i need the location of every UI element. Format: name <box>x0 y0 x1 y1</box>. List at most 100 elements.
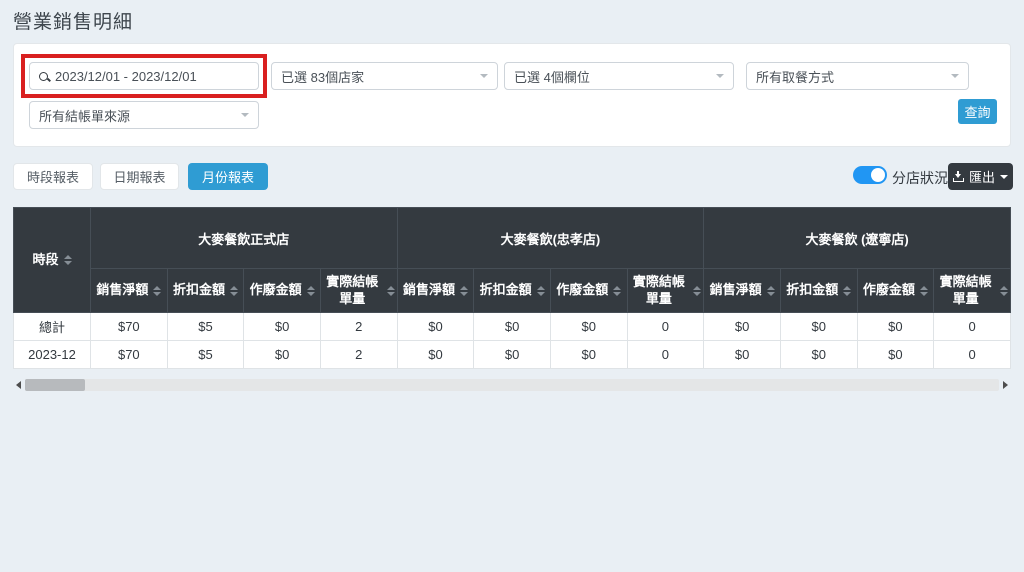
pickup-method-select[interactable]: 所有取餐方式 <box>746 62 969 90</box>
metric-column-header[interactable]: 銷售淨額 <box>397 269 474 313</box>
sort-icon <box>230 286 238 296</box>
metric-header-label: 作廢金額 <box>250 282 302 298</box>
metric-header-label: 折扣金額 <box>786 282 838 298</box>
scroll-right-arrow-icon[interactable] <box>1003 381 1008 389</box>
sort-icon <box>920 286 928 296</box>
metric-column-header[interactable]: 實際結帳單量 <box>320 269 397 313</box>
column-select-value: 已選 4個欄位 <box>514 67 590 86</box>
table-row: 總計$70$5$02$0$0$00$0$0$00 <box>14 313 1011 341</box>
value-cell: 2 <box>320 313 397 341</box>
period-cell: 2023-12 <box>14 341 91 369</box>
sales-table: 時段 大麥餐飲正式店大麥餐飲(忠孝店)大麥餐飲 (遼寧店) 銷售淨額 折扣金額 作廢… <box>13 207 1011 369</box>
metric-column-header[interactable]: 折扣金額 <box>780 269 857 313</box>
metric-header-label: 作廢金額 <box>556 282 608 298</box>
date-range-value: 2023/12/01 - 2023/12/01 <box>55 69 197 84</box>
store-group-row: 時段 大麥餐飲正式店大麥餐飲(忠孝店)大麥餐飲 (遼寧店) <box>14 208 1011 269</box>
value-cell: $0 <box>780 313 857 341</box>
value-cell: $0 <box>857 341 934 369</box>
metric-header-label: 折扣金額 <box>173 282 225 298</box>
toggle-knob <box>871 168 885 182</box>
metric-column-header[interactable]: 折扣金額 <box>474 269 551 313</box>
horizontal-scrollbar <box>13 378 1011 392</box>
metric-column-header[interactable]: 實際結帳單量 <box>627 269 704 313</box>
value-cell: 0 <box>934 313 1011 341</box>
value-cell: $0 <box>704 341 781 369</box>
page-title: 營業銷售明細 <box>13 7 133 34</box>
query-button[interactable]: 查詢 <box>958 99 997 124</box>
download-icon <box>953 171 964 182</box>
chevron-down-icon <box>241 113 249 117</box>
sort-icon <box>843 286 851 296</box>
sort-icon <box>460 286 468 296</box>
metric-header-label: 實際結帳單量 <box>936 274 995 307</box>
metric-header-label: 實際結帳單量 <box>630 274 689 307</box>
metric-column-header[interactable]: 作廢金額 <box>550 269 627 313</box>
chevron-down-icon <box>480 74 488 78</box>
value-cell: 0 <box>934 341 1011 369</box>
metric-column-header[interactable]: 作廢金額 <box>244 269 321 313</box>
value-cell: $5 <box>167 341 244 369</box>
column-select[interactable]: 已選 4個欄位 <box>504 62 734 90</box>
store-group-header: 大麥餐飲(忠孝店) <box>397 208 704 269</box>
value-cell: $0 <box>550 313 627 341</box>
value-cell: $0 <box>244 341 321 369</box>
chevron-down-icon <box>951 74 959 78</box>
scrollbar-thumb[interactable] <box>25 379 85 391</box>
value-cell: $0 <box>780 341 857 369</box>
scrollbar-track[interactable] <box>25 379 999 391</box>
export-button[interactable]: 匯出 <box>948 163 1013 190</box>
branch-status-label: 分店狀況 <box>892 168 948 188</box>
value-cell: $70 <box>91 313 168 341</box>
metric-header-label: 實際結帳單量 <box>323 274 382 307</box>
sort-icon <box>613 286 621 296</box>
tab-date-report[interactable]: 日期報表 <box>100 163 179 190</box>
sort-icon <box>693 286 701 296</box>
value-cell: $0 <box>244 313 321 341</box>
receipt-source-select[interactable]: 所有結帳單來源 <box>29 101 259 129</box>
metric-column-header[interactable]: 銷售淨額 <box>91 269 168 313</box>
metric-column-header[interactable]: 銷售淨額 <box>704 269 781 313</box>
metric-column-header[interactable]: 作廢金額 <box>857 269 934 313</box>
sort-icon <box>1000 286 1008 296</box>
metric-header-label: 作廢金額 <box>863 282 915 298</box>
branch-status-toggle[interactable] <box>853 166 887 184</box>
tab-month-report[interactable]: 月份報表 <box>188 163 268 190</box>
metric-column-header[interactable]: 實際結帳單量 <box>934 269 1011 313</box>
store-group-header: 大麥餐飲正式店 <box>91 208 398 269</box>
filter-panel: 2023/12/01 - 2023/12/01 已選 83個店家 已選 4個欄位… <box>13 43 1011 147</box>
column-header-period[interactable]: 時段 <box>14 208 91 313</box>
value-cell: $70 <box>91 341 168 369</box>
sort-icon <box>153 286 161 296</box>
sort-icon <box>387 286 395 296</box>
store-select[interactable]: 已選 83個店家 <box>271 62 498 90</box>
value-cell: $0 <box>550 341 627 369</box>
value-cell: 0 <box>627 341 704 369</box>
value-cell: $0 <box>857 313 934 341</box>
scroll-left-arrow-icon[interactable] <box>16 381 21 389</box>
sales-report-page: 營業銷售明細 2023/12/01 - 2023/12/01 已選 83個店家 … <box>0 0 1024 572</box>
store-group-header: 大麥餐飲 (遼寧店) <box>704 208 1011 269</box>
value-cell: $5 <box>167 313 244 341</box>
export-label: 匯出 <box>969 167 995 186</box>
value-cell: $0 <box>397 313 474 341</box>
store-select-value: 已選 83個店家 <box>281 67 364 86</box>
value-cell: $0 <box>704 313 781 341</box>
date-range-input[interactable]: 2023/12/01 - 2023/12/01 <box>29 62 259 90</box>
sort-icon <box>537 286 545 296</box>
metric-column-header[interactable]: 折扣金額 <box>167 269 244 313</box>
chevron-down-icon <box>716 74 724 78</box>
value-cell: 0 <box>627 313 704 341</box>
value-cell: $0 <box>474 313 551 341</box>
sort-icon <box>767 286 775 296</box>
value-cell: 2 <box>320 341 397 369</box>
metric-header-row: 銷售淨額 折扣金額 作廢金額 實際結帳單量 銷售淨額 折扣金額 作廢金額 實際結帳單量 銷售淨額… <box>14 269 1011 313</box>
metric-header-label: 銷售淨額 <box>96 282 148 298</box>
metric-header-label: 銷售淨額 <box>710 282 762 298</box>
sort-icon <box>64 255 72 265</box>
sort-icon <box>307 286 315 296</box>
value-cell: $0 <box>474 341 551 369</box>
chevron-down-icon <box>1000 175 1008 179</box>
metric-header-label: 折扣金額 <box>480 282 532 298</box>
metric-header-label: 銷售淨額 <box>403 282 455 298</box>
tab-period-report[interactable]: 時段報表 <box>13 163 93 190</box>
